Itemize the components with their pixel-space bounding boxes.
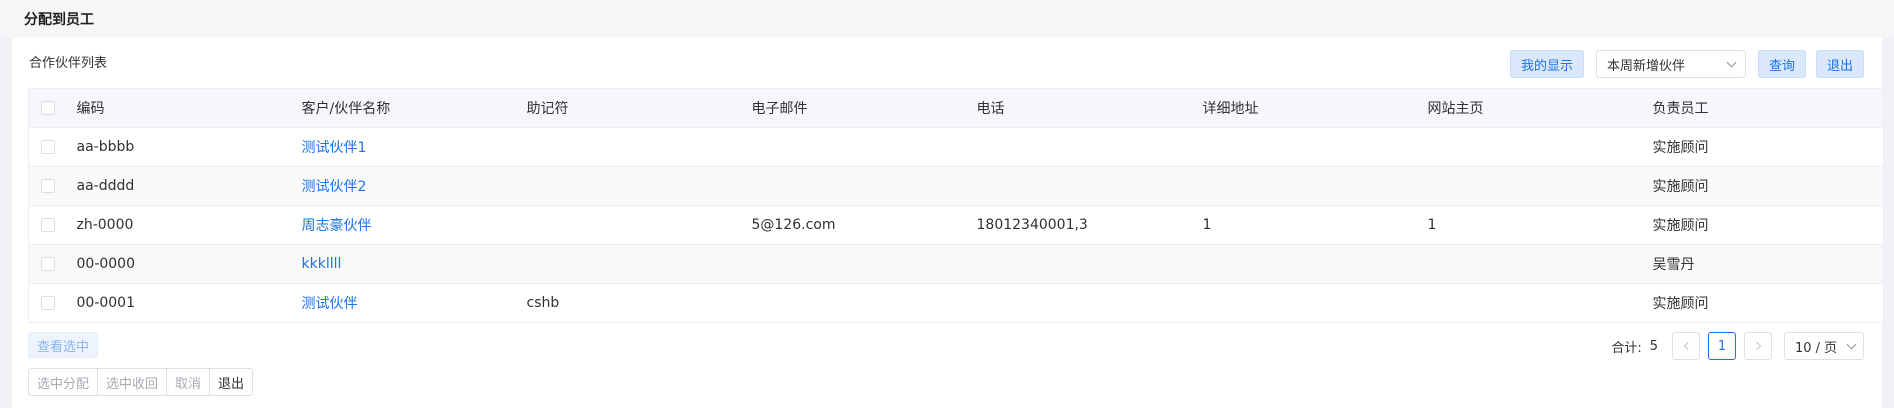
cell-phone [976, 244, 1203, 284]
cell-website [1427, 283, 1653, 323]
table-row[interactable]: 00-0001 测试伙伴 cshb 实施顾问 [28, 283, 1884, 323]
cell-phone [976, 127, 1203, 167]
chevron-down-icon [1846, 339, 1857, 349]
cell-name-link[interactable]: 周志豪伙伴 [301, 205, 527, 245]
footer-exit-button[interactable]: 退出 [209, 368, 254, 396]
prev-page-button[interactable] [1672, 332, 1700, 360]
column-header-mnemonic: 助记符 [526, 88, 752, 128]
column-header-email: 电子邮件 [751, 88, 977, 128]
cell-mnemonic [526, 166, 752, 206]
cell-staff: 吴雪丹 [1652, 244, 1884, 284]
total-label: 合计: [1611, 340, 1642, 356]
cell-code: aa-bbbb [76, 127, 302, 167]
cell-code: aa-dddd [76, 166, 302, 206]
row-checkbox[interactable] [41, 140, 55, 154]
cell-phone [976, 166, 1203, 206]
exit-button[interactable]: 退出 [1815, 50, 1864, 78]
table-header-row: 编码 客户/伙伴名称 助记符 电子邮件 电话 详细地址 网站主页 负责员工 [28, 88, 1884, 128]
table-row[interactable]: aa-bbbb 测试伙伴1 实施顾问 [28, 127, 1884, 167]
cell-code: 00-0000 [76, 244, 302, 284]
query-button[interactable]: 查询 [1757, 50, 1806, 78]
cell-name-link[interactable]: 测试伙伴2 [301, 166, 527, 206]
cell-phone [976, 283, 1203, 323]
pagination: 合计: 5 1 10 / 页 [1611, 332, 1864, 360]
view-selected-button[interactable]: 查看选中 [28, 332, 99, 358]
table-row[interactable]: 00-0000 kkkllll 吴雪丹 [28, 244, 1884, 284]
cell-address [1202, 244, 1428, 284]
cell-address [1202, 283, 1428, 323]
cell-code: zh-0000 [76, 205, 302, 245]
column-header-name: 客户/伙伴名称 [301, 88, 527, 128]
partner-table: 编码 客户/伙伴名称 助记符 电子邮件 电话 详细地址 网站主页 负责员工 aa… [28, 88, 1884, 323]
row-checkbox[interactable] [41, 296, 55, 310]
revoke-selected-button[interactable]: 选中收回 [97, 368, 168, 396]
total-count: 5 [1649, 338, 1658, 354]
table-row[interactable]: zh-0000 周志豪伙伴 5@126.com 18012340001,3 1 … [28, 205, 1884, 245]
cell-address: 1 [1202, 205, 1428, 245]
my-display-button[interactable]: 我的显示 [1509, 50, 1584, 78]
cell-address [1202, 127, 1428, 167]
chevron-left-icon [1683, 341, 1692, 351]
chevron-right-icon [1752, 341, 1761, 351]
column-header-address: 详细地址 [1202, 88, 1428, 128]
cell-code: 00-0001 [76, 283, 302, 323]
filter-select[interactable]: 本周新增伙伴 [1595, 50, 1746, 78]
cell-email [751, 127, 977, 167]
cell-email [751, 166, 977, 206]
cell-address [1202, 166, 1428, 206]
cell-staff: 实施顾问 [1652, 166, 1884, 206]
table-row[interactable]: aa-dddd 测试伙伴2 实施顾问 [28, 166, 1884, 206]
footer-left: 查看选中 [28, 332, 99, 358]
assign-selected-button[interactable]: 选中分配 [28, 368, 99, 396]
cell-website [1427, 166, 1653, 206]
column-header-staff: 负责员工 [1652, 88, 1884, 128]
cell-mnemonic [526, 244, 752, 284]
cell-website [1427, 127, 1653, 167]
column-header-website: 网站主页 [1427, 88, 1653, 128]
filter-select-value: 本周新增伙伴 [1606, 58, 1685, 74]
cell-name-link[interactable]: 测试伙伴1 [301, 127, 527, 167]
toolbar: 我的显示 本周新增伙伴 查询 退出 [1509, 50, 1864, 78]
page-title: 分配到员工 [24, 12, 94, 28]
page-number-current[interactable]: 1 [1708, 332, 1736, 360]
cell-mnemonic [526, 205, 752, 245]
cell-email: 5@126.com [751, 205, 977, 245]
cell-mnemonic: cshb [526, 283, 752, 323]
partner-list-panel: 合作伙伴列表 我的显示 本周新增伙伴 查询 退出 编码 客户/伙伴名称 助记符 … [12, 38, 1884, 408]
row-checkbox[interactable] [41, 257, 55, 271]
cell-phone: 18012340001,3 [976, 205, 1203, 245]
cell-name-link[interactable]: 测试伙伴 [301, 283, 527, 323]
page-header: 分配到员工 [0, 0, 1894, 38]
select-all-checkbox[interactable] [41, 101, 55, 115]
cell-staff: 实施顾问 [1652, 283, 1884, 323]
cell-website [1427, 244, 1653, 284]
cell-name-link[interactable]: kkkllll [301, 244, 527, 284]
cell-staff: 实施顾问 [1652, 127, 1884, 167]
cell-mnemonic [526, 127, 752, 167]
next-page-button[interactable] [1744, 332, 1772, 360]
row-checkbox[interactable] [41, 218, 55, 232]
cell-email [751, 283, 977, 323]
action-button-group: 选中分配 选中收回 取消 退出 [28, 368, 254, 396]
cell-staff: 实施顾问 [1652, 205, 1884, 245]
column-header-code: 编码 [76, 88, 302, 128]
row-checkbox[interactable] [41, 179, 55, 193]
page-size-value: 10 / 页 [1795, 340, 1838, 356]
column-header-phone: 电话 [976, 88, 1203, 128]
cell-website: 1 [1427, 205, 1653, 245]
chevron-down-icon [1726, 57, 1737, 67]
cancel-button[interactable]: 取消 [166, 368, 211, 396]
page-size-select[interactable]: 10 / 页 [1784, 332, 1864, 360]
panel-title: 合作伙伴列表 [29, 56, 108, 71]
cell-email [751, 244, 977, 284]
